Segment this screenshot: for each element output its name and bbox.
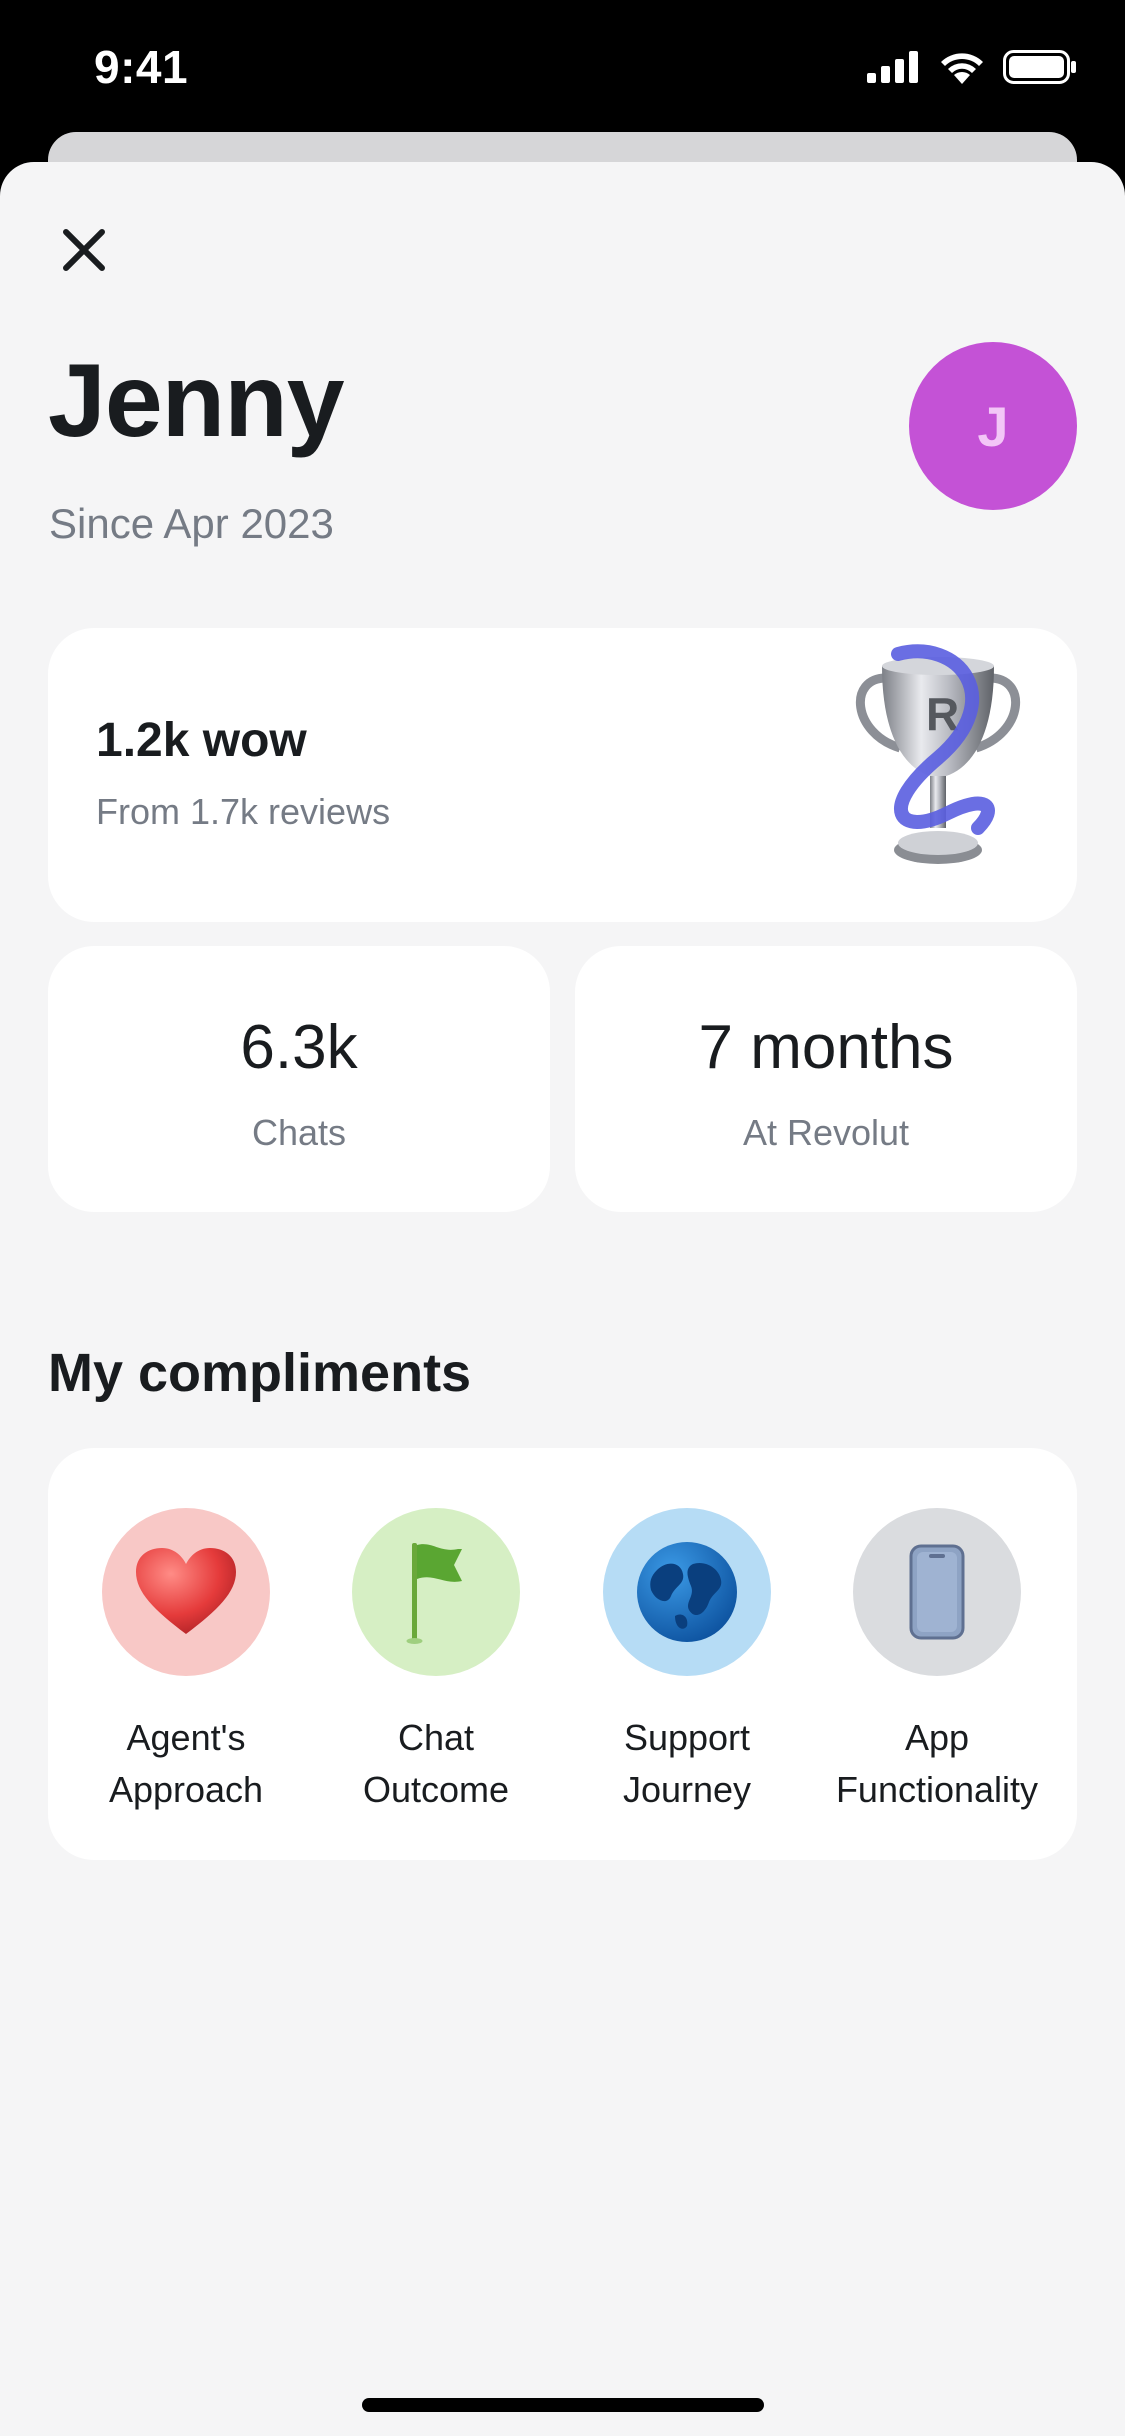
compliment-label-line1: App xyxy=(904,1717,970,1758)
tenure-value: 7 months xyxy=(698,1013,954,1082)
compliment-label-line1: Agent's xyxy=(126,1717,246,1758)
compliment-icon-bg xyxy=(603,1508,771,1676)
globe-icon xyxy=(637,1542,737,1642)
status-icons xyxy=(867,50,1077,84)
wifi-icon xyxy=(941,53,983,84)
profile-sheet: Jenny Since Apr 2023 J 1.2k wow From 1.7… xyxy=(0,162,1125,2436)
heart-icon xyxy=(136,1548,236,1634)
compliment-chat-outcome[interactable]: Chat Outcome xyxy=(316,1508,556,1816)
compliment-app-functionality[interactable]: App Functionality xyxy=(817,1508,1057,1816)
compliment-label-line2: Approach xyxy=(108,1769,264,1810)
agent-name: Jenny xyxy=(48,343,345,459)
compliment-icon-bg xyxy=(352,1508,520,1676)
compliment-icon-bg xyxy=(102,1508,270,1676)
cellular-signal-icon xyxy=(867,51,918,83)
chats-label: Chats xyxy=(251,1112,347,1153)
status-time: 9:41 xyxy=(94,41,189,93)
compliment-agents-approach[interactable]: Agent's Approach xyxy=(66,1508,306,1816)
avatar: J xyxy=(909,342,1077,510)
tenure-label: At Revolut xyxy=(742,1112,910,1153)
compliments-card: Agent's Approach Chat Outcome Support Jo… xyxy=(48,1448,1077,1860)
tenure-card: 7 months At Revolut xyxy=(575,946,1077,1212)
compliment-label-line2: Journey xyxy=(622,1769,752,1810)
avatar-initial: J xyxy=(977,394,1009,458)
screen: 9:41 Jenny Since Apr 2023 J 1.2k wow Fro… xyxy=(0,0,1125,2436)
compliment-label-line1: Support xyxy=(623,1717,751,1758)
compliment-support-journey[interactable]: Support Journey xyxy=(567,1508,807,1816)
battery-icon xyxy=(1003,50,1076,84)
status-bar: 9:41 xyxy=(0,0,1125,140)
compliment-label-line2: Functionality xyxy=(835,1769,1039,1810)
compliments-title: My compliments xyxy=(48,1343,472,1403)
chats-value: 6.3k xyxy=(240,1013,358,1082)
wow-card[interactable]: 1.2k wow From 1.7k reviews R xyxy=(48,628,1077,922)
flag-icon xyxy=(406,1543,462,1644)
phone-icon xyxy=(909,1544,965,1640)
close-button[interactable] xyxy=(52,218,116,282)
compliment-label-line1: Chat xyxy=(397,1717,475,1758)
compliment-label-line2: Outcome xyxy=(362,1769,510,1810)
member-since: Since Apr 2023 xyxy=(49,500,334,547)
reviews-count: From 1.7k reviews xyxy=(96,791,391,832)
trophy-icon: R xyxy=(856,644,1020,864)
compliment-icon-bg xyxy=(853,1508,1021,1676)
close-icon xyxy=(63,229,105,271)
home-indicator[interactable] xyxy=(362,2398,764,2412)
chats-card: 6.3k Chats xyxy=(48,946,550,1212)
wow-count: 1.2k wow xyxy=(96,714,307,767)
